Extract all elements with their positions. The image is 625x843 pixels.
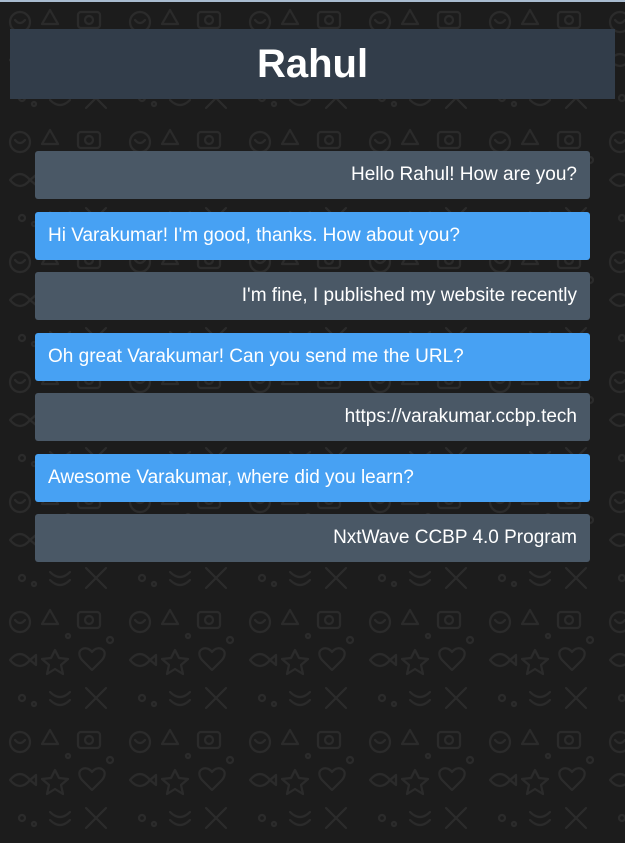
message-text: NxtWave CCBP 4.0 Program xyxy=(333,527,577,548)
message-received: Oh great Varakumar! Can you send me the … xyxy=(35,332,590,381)
message-sent: I'm fine, I published my website recentl… xyxy=(35,272,590,320)
message-text: https://varakumar.ccbp.tech xyxy=(344,406,577,427)
message-received: Awesome Varakumar, where did you learn? xyxy=(35,453,590,502)
message-list: Hello Rahul! How are you? Hi Varakumar! … xyxy=(35,151,590,575)
contact-name-title: Rahul xyxy=(256,42,369,86)
chat-header: Rahul xyxy=(10,29,615,99)
message-text: Hi Varakumar! I'm good, thanks. How abou… xyxy=(48,224,460,246)
message-sent: Hello Rahul! How are you? xyxy=(35,151,590,199)
message-text: I'm fine, I published my website recentl… xyxy=(241,285,577,306)
message-text: Awesome Varakumar, where did you learn? xyxy=(48,466,414,488)
message-text: Hello Rahul! How are you? xyxy=(350,164,577,185)
message-text: Oh great Varakumar! Can you send me the … xyxy=(48,345,464,367)
message-sent: NxtWave CCBP 4.0 Program xyxy=(35,514,590,562)
message-sent: https://varakumar.ccbp.tech xyxy=(35,393,590,441)
message-received: Hi Varakumar! I'm good, thanks. How abou… xyxy=(35,211,590,260)
